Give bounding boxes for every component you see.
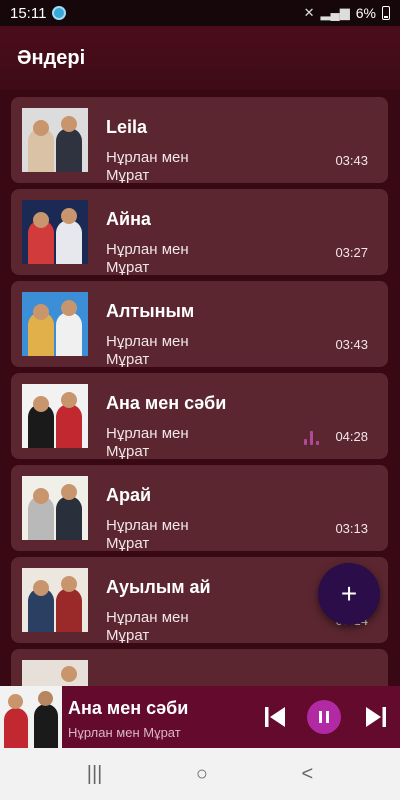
home-icon[interactable]: ○	[196, 763, 208, 786]
battery-icon	[382, 6, 390, 20]
song-duration: 03:13	[335, 521, 368, 536]
song-thumbnail	[22, 200, 88, 264]
song-title: Ауылым ай	[106, 577, 211, 597]
song-artist: Нұрлан мен Мұрат	[106, 333, 189, 367]
status-bar: 15:11 ✕ ▂▄▆ 6%	[0, 0, 400, 26]
song-list-item[interactable]: Leila Нұрлан мен Мұрат 03:43	[11, 97, 388, 183]
now-playing-thumbnail[interactable]	[0, 686, 62, 748]
back-icon[interactable]: <	[302, 763, 314, 786]
mini-player[interactable]: Ана мен сәби Нұрлан мен Мұрат	[0, 686, 400, 748]
song-artist: Нұрлан мен Мұрат	[106, 149, 189, 183]
song-duration: 03:43	[335, 337, 368, 352]
pause-button[interactable]	[307, 700, 341, 734]
plus-icon: +	[340, 578, 358, 609]
song-title: Алтыным	[106, 301, 195, 321]
system-nav-bar: ||| ○ <	[0, 748, 400, 800]
sync-icon	[52, 6, 67, 20]
song-duration: 03:43	[335, 153, 368, 168]
previous-icon[interactable]	[263, 703, 287, 731]
song-duration: 04:28	[335, 429, 368, 444]
song-thumbnail	[22, 108, 88, 172]
signal-icon: ▂▄▆	[320, 5, 350, 20]
song-title: Айна	[106, 209, 151, 229]
mute-icon: ✕	[303, 5, 315, 20]
pause-icon	[319, 711, 329, 723]
song-list-item[interactable]: Алтыным Нұрлан мен Мұрат 03:43	[11, 281, 388, 367]
now-playing-title: Ана мен сәби	[68, 698, 189, 718]
now-playing-artist: Нұрлан мен Мұрат	[68, 725, 181, 740]
song-list-item[interactable]: Айна Нұрлан мен Мұрат 03:27	[11, 189, 388, 275]
song-list-item[interactable]: Ана мен сәби Нұрлан мен Мұрат 04:28	[11, 373, 388, 459]
song-thumbnail	[22, 292, 88, 356]
equalizer-icon	[304, 431, 322, 445]
page-title: Әндері	[17, 46, 86, 69]
status-icons: ✕ ▂▄▆ 6%	[304, 5, 390, 21]
song-artist: Нұрлан мен Мұрат	[106, 517, 189, 551]
song-thumbnail	[22, 384, 88, 448]
song-duration: 03:27	[335, 245, 368, 260]
song-artist: Нұрлан мен Мұрат	[106, 425, 189, 459]
song-thumbnail	[22, 660, 88, 686]
recents-icon[interactable]: |||	[87, 763, 103, 786]
song-thumbnail	[22, 476, 88, 540]
song-title: Ана мен сәби	[106, 393, 227, 413]
next-icon[interactable]	[364, 703, 388, 731]
song-artist: Нұрлан мен Мұрат	[106, 241, 189, 275]
song-artist: Нұрлан мен Мұрат	[106, 609, 189, 643]
song-list-item[interactable]	[11, 649, 388, 686]
clock: 15:11	[10, 4, 47, 22]
song-list-item[interactable]: Арай Нұрлан мен Мұрат 03:13	[11, 465, 388, 551]
song-title: Leila	[106, 117, 148, 137]
song-thumbnail	[22, 568, 88, 632]
app-header: Әндері	[0, 26, 400, 90]
add-button[interactable]: +	[318, 563, 380, 625]
battery-percent: 6%	[355, 5, 376, 21]
song-title: Арай	[106, 485, 152, 505]
